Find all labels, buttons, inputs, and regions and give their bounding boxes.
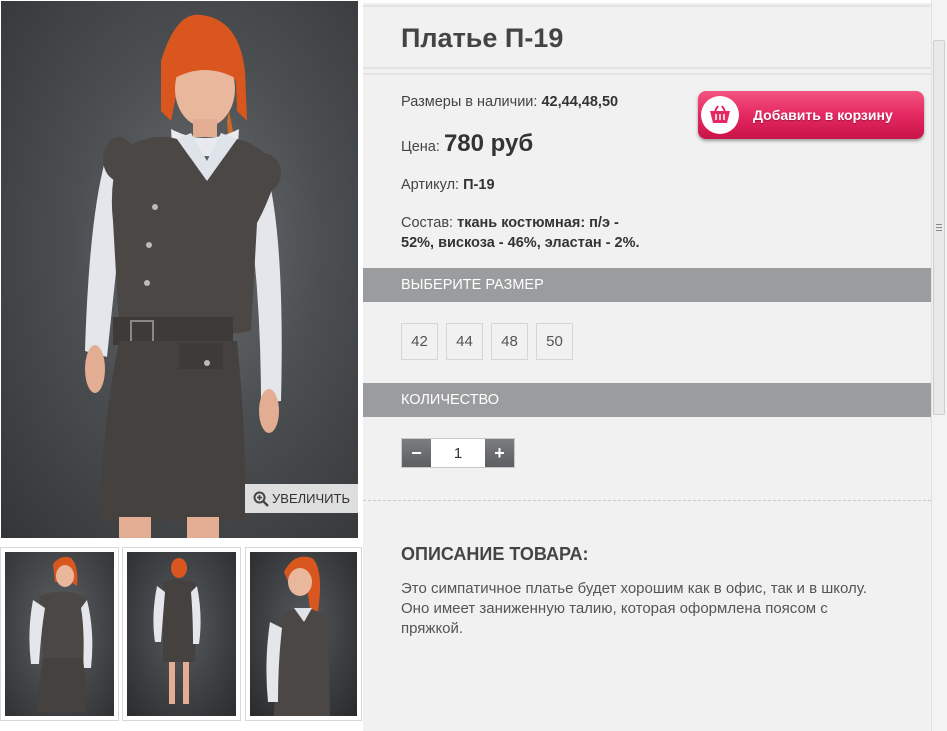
thumbnail-1[interactable] bbox=[0, 547, 119, 721]
size-option-50[interactable]: 50 bbox=[536, 323, 573, 360]
quantity-minus-button[interactable]: − bbox=[402, 439, 431, 467]
sizes-available-value: 42,44,48,50 bbox=[541, 94, 619, 110]
add-to-cart-button[interactable]: Добавить в корзину bbox=[698, 91, 924, 139]
thumbnail-strip bbox=[0, 547, 362, 727]
size-option-48[interactable]: 48 bbox=[491, 323, 528, 360]
product-info-panel: Платье П-19 Размеры в наличии: 42,44,48,… bbox=[363, 3, 931, 731]
zoom-label: УВЕЛИЧИТЬ bbox=[272, 491, 350, 506]
size-options: 42 44 48 50 bbox=[401, 323, 573, 360]
price-value: 780 руб bbox=[443, 130, 534, 157]
quantity-input[interactable] bbox=[431, 439, 485, 467]
title-bar: Платье П-19 bbox=[363, 5, 931, 69]
zoom-button[interactable]: УВЕЛИЧИТЬ bbox=[245, 484, 358, 513]
quantity-plus-button[interactable]: + bbox=[485, 439, 514, 467]
scrollbar-grip-icon bbox=[936, 224, 942, 233]
price: Цена: 780 руб bbox=[401, 130, 533, 158]
sizes-available-label: Размеры в наличии: bbox=[401, 94, 538, 110]
model-photo bbox=[85, 14, 282, 538]
main-product-image[interactable]: УВЕЛИЧИТЬ bbox=[1, 1, 358, 538]
size-section-header: ВЫБЕРИТЕ РАЗМЕР bbox=[363, 268, 931, 302]
basket-icon bbox=[701, 96, 739, 134]
size-option-42[interactable]: 42 bbox=[401, 323, 438, 360]
add-to-cart-label: Добавить в корзину bbox=[753, 107, 893, 123]
dashed-divider bbox=[363, 500, 931, 501]
article: Артикул: П-19 bbox=[401, 177, 495, 193]
article-value: П-19 bbox=[463, 177, 495, 193]
quantity-section-header: КОЛИЧЕСТВО bbox=[363, 383, 931, 417]
thumbnail-2[interactable] bbox=[122, 547, 241, 721]
size-option-44[interactable]: 44 bbox=[446, 323, 483, 360]
magnifier-plus-icon bbox=[253, 491, 269, 507]
sizes-available: Размеры в наличии: 42,44,48,50 bbox=[401, 94, 618, 110]
price-label: Цена: bbox=[401, 139, 440, 155]
page-title: Платье П-19 bbox=[401, 23, 564, 53]
composition: Состав: ткань костюмная: п/э - 52%, виск… bbox=[401, 213, 640, 253]
thumbnail-front-image bbox=[29, 556, 93, 712]
article-label: Артикул: bbox=[401, 177, 460, 193]
composition-value-line2: 52%, вискоза - 46%, эластан - 2%. bbox=[401, 235, 640, 251]
thumbnail-back-image bbox=[153, 558, 201, 704]
description-title: ОПИСАНИЕ ТОВАРА: bbox=[401, 544, 589, 564]
composition-label: Состав: bbox=[401, 215, 454, 231]
quantity-stepper: − + bbox=[401, 438, 515, 468]
thumbnail-3[interactable] bbox=[245, 547, 362, 721]
description-text: Это симпатичное платье будет хорошим как… bbox=[401, 580, 867, 637]
divider bbox=[363, 73, 931, 75]
thumbnail-side-image bbox=[266, 556, 330, 716]
composition-value-line1: ткань костюмная: п/э - bbox=[457, 215, 619, 231]
